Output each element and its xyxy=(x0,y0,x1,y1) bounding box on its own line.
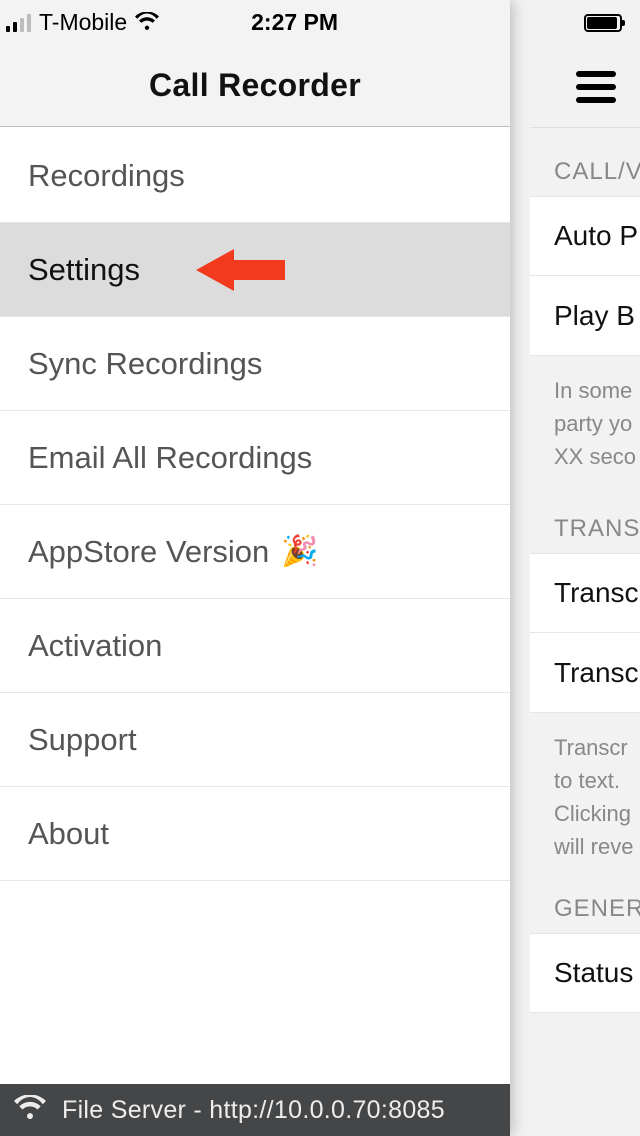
footer-bar: File Server - http://10.0.0.70:8085 xyxy=(0,1084,510,1136)
menu-item-support[interactable]: Support xyxy=(0,693,510,787)
signal-icon xyxy=(6,14,31,32)
party-icon: 🎉 xyxy=(281,534,318,569)
statusbar: T-Mobile 2:27 PM xyxy=(0,0,510,45)
section-note-1: In some party yo XX seco xyxy=(530,356,640,473)
menu-item-settings[interactable]: Settings xyxy=(0,223,510,317)
section-note-2: Transcr to text. Clicking will reve xyxy=(530,713,640,863)
drawer-menu: Recordings Settings Sync Recordings Emai… xyxy=(0,127,510,1084)
carrier-label: T-Mobile xyxy=(39,9,127,36)
section-header-transcription: TRANS xyxy=(530,473,640,553)
menu-item-label: AppStore Version xyxy=(28,534,269,570)
menu-item-recordings[interactable]: Recordings xyxy=(0,129,510,223)
wifi-footer-icon xyxy=(14,1095,46,1126)
row-auto[interactable]: Auto P xyxy=(530,196,640,276)
navbar: Call Recorder xyxy=(0,45,510,127)
wifi-icon xyxy=(135,9,159,36)
footer-text: File Server - http://10.0.0.70:8085 xyxy=(62,1096,445,1125)
row-transc-1[interactable]: Transc xyxy=(530,553,640,633)
annotation-arrow-icon xyxy=(196,249,285,291)
menu-item-label: Recordings xyxy=(28,158,185,194)
battery-icon xyxy=(584,14,622,32)
menu-item-sync-recordings[interactable]: Sync Recordings xyxy=(0,317,510,411)
menu-item-label: Settings xyxy=(28,252,140,288)
menu-item-activation[interactable]: Activation xyxy=(0,599,510,693)
menu-item-label: Support xyxy=(28,722,137,758)
menu-item-about[interactable]: About xyxy=(0,787,510,881)
menu-gap xyxy=(0,881,510,961)
statusbar-right xyxy=(530,0,640,46)
menu-item-label: Sync Recordings xyxy=(28,346,262,382)
menu-item-label: Email All Recordings xyxy=(28,440,312,476)
menu-item-appstore-version[interactable]: AppStore Version 🎉 xyxy=(0,505,510,599)
menu-item-label: About xyxy=(28,816,109,852)
row-status[interactable]: Status xyxy=(530,933,640,1013)
row-transc-2[interactable]: Transc xyxy=(530,633,640,713)
row-play-beep[interactable]: Play B xyxy=(530,276,640,356)
section-header-call: CALL/V xyxy=(530,128,640,196)
page-title: Call Recorder xyxy=(149,67,361,104)
menu-item-email-all[interactable]: Email All Recordings xyxy=(0,411,510,505)
drawer-pane: T-Mobile 2:27 PM Call Recorder Recording… xyxy=(0,0,510,1136)
menu-item-label: Activation xyxy=(28,628,162,664)
hamburger-icon[interactable] xyxy=(576,71,616,103)
right-navbar xyxy=(530,46,640,128)
status-time: 2:27 PM xyxy=(251,9,338,36)
section-header-general: GENER xyxy=(530,863,640,933)
